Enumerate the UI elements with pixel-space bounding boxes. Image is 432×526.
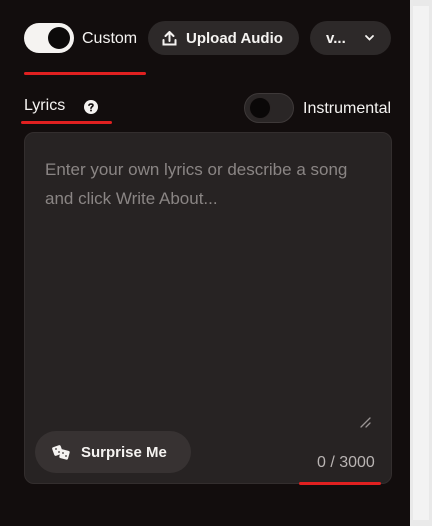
- custom-label: Custom: [82, 30, 138, 47]
- instrumental-toggle-knob: [249, 97, 271, 119]
- surprise-me-button[interactable]: Surprise Me: [35, 431, 191, 473]
- version-label: v...: [326, 29, 346, 47]
- custom-toggle[interactable]: [24, 23, 74, 53]
- char-counter: 0 / 3000: [317, 454, 375, 471]
- custom-toggle-knob: [48, 27, 70, 49]
- upload-audio-label: Upload Audio: [186, 29, 283, 47]
- upload-audio-button[interactable]: Upload Audio: [148, 21, 299, 55]
- instrumental-label: Instrumental: [303, 100, 392, 117]
- lyrics-placeholder: Enter your own lyrics or describe a song…: [45, 160, 348, 208]
- help-icon[interactable]: [84, 100, 98, 114]
- surprise-me-label: Surprise Me: [81, 443, 167, 461]
- version-dropdown[interactable]: v...: [310, 21, 391, 55]
- instrumental-toggle[interactable]: [244, 93, 294, 123]
- chevron-down-icon: [364, 34, 375, 42]
- scrollbar-thumb[interactable]: [413, 6, 429, 520]
- lyrics-underline: [21, 121, 112, 124]
- resize-handle-icon[interactable]: [359, 415, 371, 428]
- dice-icon: [51, 443, 71, 461]
- upload-icon: [162, 30, 177, 46]
- counter-underline: [299, 482, 381, 485]
- custom-underline: [24, 72, 146, 75]
- lyrics-label: Lyrics: [24, 97, 66, 114]
